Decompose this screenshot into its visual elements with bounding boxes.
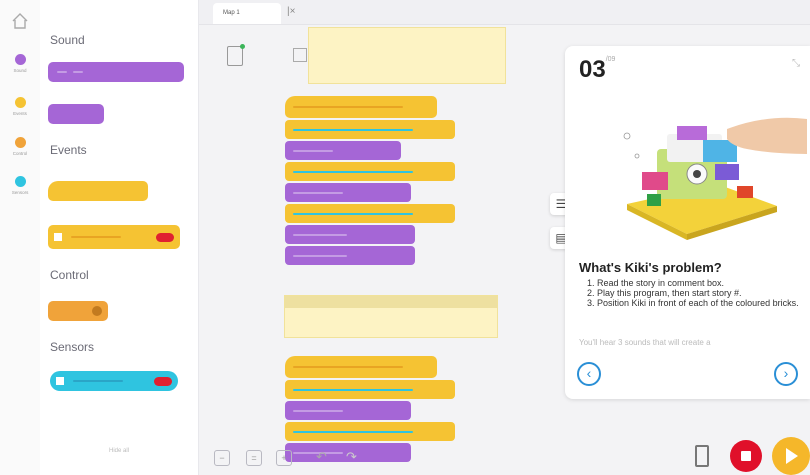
palette-block-play-sound[interactable] — [48, 62, 184, 82]
sensor-port-icon-2 — [56, 377, 64, 385]
section-control: Control — [50, 268, 89, 282]
play-button[interactable] — [772, 437, 810, 475]
zoom-out-icon[interactable]: − — [214, 450, 230, 466]
stop-button[interactable] — [730, 440, 762, 472]
lesson-step-2: Play this program, then start story #. — [597, 288, 810, 298]
control-dot-icon — [14, 137, 26, 148]
stack1-play-block[interactable] — [285, 141, 401, 160]
comment-drag-icon[interactable] — [293, 48, 307, 62]
block-palette: Sound Events Control Sensors Hide all — [40, 0, 199, 475]
sensor-port-icon — [54, 233, 62, 241]
category-control-label: Control — [12, 151, 28, 157]
stack1-play-block-4[interactable] — [285, 246, 415, 265]
stack1-if-block-3[interactable] — [285, 204, 455, 223]
palette-block-stop-sounds[interactable] — [48, 104, 104, 124]
code-stack-1[interactable] — [285, 96, 455, 267]
stack2-hat-block[interactable] — [285, 356, 437, 378]
lesson-step-3: Position Kiki in front of each of the co… — [597, 298, 810, 308]
lesson-panel: 03/09 ⤡ What's Kiki's problem? Read the … — [565, 46, 810, 399]
stack1-play-block-3[interactable] — [285, 225, 415, 244]
home-icon[interactable] — [11, 12, 29, 30]
palette-block-when-program-starts[interactable] — [48, 181, 148, 201]
category-sensors[interactable]: Sensors — [11, 176, 29, 196]
wait-value-icon — [92, 306, 102, 316]
hide-all-button[interactable]: Hide all — [40, 448, 198, 454]
device-connect-icon[interactable] — [695, 445, 709, 467]
color-red-toggle[interactable] — [156, 232, 174, 242]
notes-icon[interactable] — [227, 44, 245, 66]
category-sound[interactable]: Sound — [11, 54, 29, 74]
stack1-if-block[interactable] — [285, 120, 455, 139]
lesson-illustration — [607, 94, 807, 254]
close-tab-icon[interactable]: |× — [287, 6, 295, 17]
section-sound: Sound — [50, 33, 85, 47]
zoom-reset-icon[interactable]: = — [246, 450, 262, 466]
code-stack-2[interactable] — [285, 356, 455, 464]
lesson-step-number: 03/09 — [579, 56, 616, 83]
redo-icon[interactable]: ↷ — [346, 449, 357, 465]
zoom-in-icon[interactable]: + — [276, 450, 292, 466]
color-red-toggle-2[interactable] — [154, 376, 172, 386]
tab-project-label: Map 1 — [223, 10, 240, 16]
events-dot-icon — [14, 97, 26, 108]
category-control[interactable]: Control — [11, 137, 29, 157]
stack2-if-block[interactable] — [285, 380, 455, 399]
palette-block-is-color[interactable] — [50, 371, 178, 391]
sound-dot-icon — [14, 54, 26, 65]
lesson-title: What's Kiki's problem? — [579, 260, 722, 275]
undo-icon[interactable]: ↶ — [316, 449, 327, 465]
palette-block-wait[interactable] — [48, 301, 108, 321]
section-sensors: Sensors — [50, 340, 95, 354]
next-step-button[interactable]: › — [774, 362, 798, 386]
stack1-hat-block[interactable] — [285, 96, 437, 118]
comment-note-middle[interactable] — [284, 295, 498, 338]
stack1-if-block-2[interactable] — [285, 162, 455, 181]
section-events: Events — [50, 143, 87, 157]
palette-block-when-color[interactable] — [48, 225, 180, 249]
category-events-label: Events — [13, 111, 27, 117]
collapse-panel-icon[interactable]: ⤡ — [792, 58, 800, 69]
category-events[interactable]: Events — [11, 97, 29, 117]
category-sidebar: Sound Events Control Sensors — [0, 0, 40, 475]
previous-step-button[interactable]: ‹ — [577, 362, 601, 386]
tab-bar: Map 1 |× — [199, 0, 810, 25]
stop-icon — [741, 451, 751, 461]
sensors-dot-icon — [14, 176, 26, 187]
category-sound-label: Sound — [13, 68, 27, 74]
tab-project[interactable]: Map 1 — [213, 3, 281, 24]
stack2-if-block-2[interactable] — [285, 422, 455, 441]
category-sensors-label: Sensors — [11, 190, 29, 196]
lesson-steps: Read the story in comment box. Play this… — [585, 278, 810, 308]
lesson-step-1: Read the story in comment box. — [597, 278, 810, 288]
lesson-faded-text: You'll hear 3 sounds that will create a — [579, 338, 711, 347]
stack1-play-block-2[interactable] — [285, 183, 411, 202]
lesson-step-total: /09 — [605, 56, 616, 63]
stack2-play-block[interactable] — [285, 401, 411, 420]
play-icon — [786, 448, 798, 464]
comment-note-top[interactable] — [308, 27, 506, 84]
